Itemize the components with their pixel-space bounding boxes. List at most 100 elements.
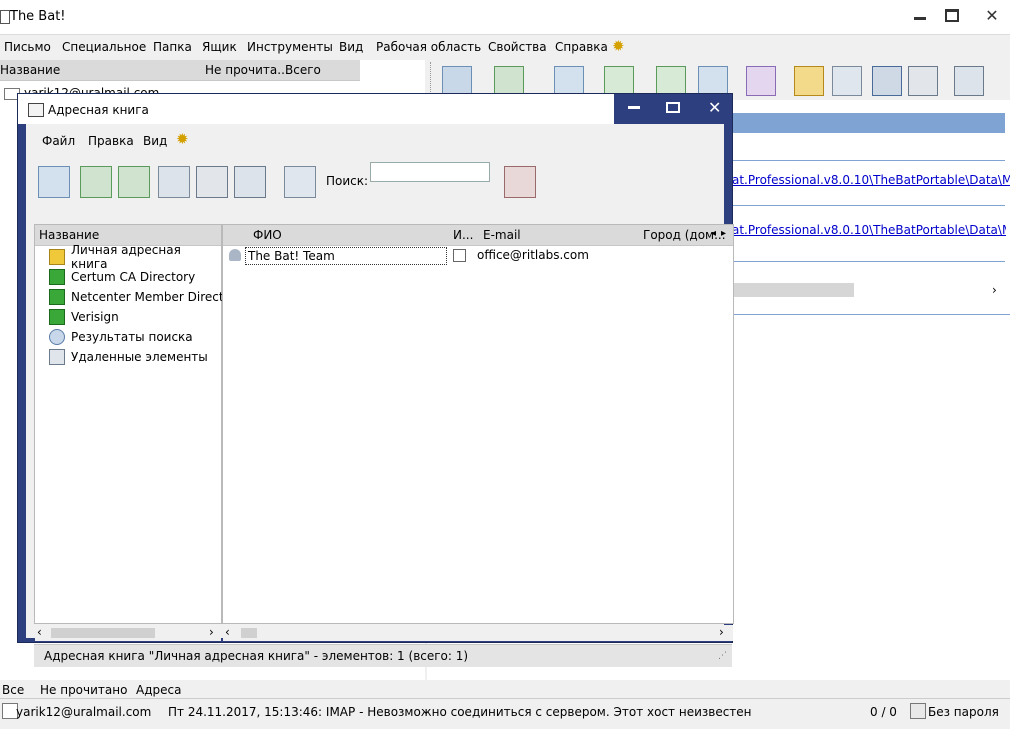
forward-icon[interactable]: [698, 66, 728, 96]
mail-path-link-1[interactable]: at.Professional.v8.0.10\TheBatPortable\D…: [732, 173, 1010, 187]
tab-unread[interactable]: Не прочитано: [40, 683, 127, 697]
scroll-right-icon[interactable]: ›: [992, 283, 997, 297]
ab-customize-gear-icon[interactable]: ✹: [176, 130, 189, 148]
save-icon[interactable]: [872, 66, 902, 96]
address-book-title: Адресная книга: [48, 103, 149, 117]
tree-item-label: Удаленные элементы: [71, 350, 208, 364]
trash-icon[interactable]: [954, 66, 984, 96]
book-icon: [49, 249, 65, 265]
address-book-window-controls: ✕: [614, 94, 732, 124]
search-input[interactable]: [370, 162, 490, 182]
contact-email: office@ritlabs.com: [477, 248, 589, 262]
ab-find-icon[interactable]: [284, 166, 316, 198]
address-book-client: Файл Правка Вид ✹ Поиск: Название Личная…: [26, 124, 734, 667]
address-book-tree: Название Личная адресная книга Certum CA…: [34, 224, 236, 641]
mail-path-link-2[interactable]: at.Professional.v8.0.10\TheBatPortable\D…: [732, 223, 1006, 237]
menu-tools[interactable]: Инструменты: [247, 40, 333, 54]
tree-item-label: Verisign: [71, 310, 119, 324]
tab-addresses[interactable]: Адреса: [136, 683, 181, 697]
get-mail-icon[interactable]: [442, 66, 472, 96]
directory-icon: [49, 269, 65, 285]
resize-grip-icon[interactable]: ⋰: [718, 651, 727, 661]
contact-checkbox[interactable]: [453, 249, 466, 262]
header-scroll-left-icon[interactable]: ◂: [711, 228, 716, 239]
address-book-icon[interactable]: [794, 66, 824, 96]
ab-print-icon[interactable]: [196, 166, 228, 198]
find-icon[interactable]: [832, 66, 862, 96]
ab-minimize-icon[interactable]: [628, 106, 640, 109]
ab-delete-icon[interactable]: [234, 166, 266, 198]
tree-hscroll-thumb[interactable]: [51, 628, 155, 638]
contact-properties-icon[interactable]: [158, 166, 190, 198]
horizontal-scrollbar-thumb[interactable]: [732, 283, 854, 297]
column-email[interactable]: E-mail: [483, 228, 521, 242]
clear-search-icon[interactable]: [504, 166, 536, 198]
ab-menu-view[interactable]: Вид: [143, 134, 167, 148]
app-icon: [0, 10, 10, 24]
menu-letter[interactable]: Письмо: [4, 40, 51, 54]
tree-item-deleted[interactable]: Удаленные элементы: [49, 348, 208, 366]
header-scroll-right-icon[interactable]: ▸: [721, 228, 726, 239]
column-name[interactable]: Название: [0, 63, 60, 77]
new-message-icon[interactable]: [554, 66, 584, 96]
main-titlebar: The Bat! ✕: [0, 0, 1010, 35]
maximize-button[interactable]: [930, 4, 974, 26]
reply-all-icon[interactable]: [656, 66, 686, 96]
main-window-title: The Bat!: [10, 9, 66, 24]
menu-properties[interactable]: Свойства: [488, 40, 547, 54]
reply-icon[interactable]: [604, 66, 634, 96]
directory-icon: [49, 289, 65, 305]
tab-all[interactable]: Все: [2, 683, 24, 697]
menu-special[interactable]: Специальное: [62, 40, 146, 54]
directory-icon: [49, 309, 65, 325]
tree-item-label: Результаты поиска: [71, 330, 193, 344]
close-button[interactable]: ✕: [970, 4, 1010, 26]
column-unread[interactable]: Не прочита...: [205, 63, 289, 77]
minimize-icon: [914, 16, 926, 20]
add-contact-icon[interactable]: [80, 166, 112, 198]
ab-menu-edit[interactable]: Правка: [88, 134, 134, 148]
redirect-icon[interactable]: [746, 66, 776, 96]
scroll-right-icon[interactable]: ›: [719, 625, 724, 639]
toolbar-separator: [430, 62, 432, 98]
status-account[interactable]: yarik12@uralmail.com: [16, 705, 151, 719]
tree-item-netcenter[interactable]: Netcenter Member Director: [49, 288, 236, 306]
scroll-left-icon[interactable]: ‹: [225, 625, 230, 639]
scroll-left-icon[interactable]: ‹: [37, 625, 42, 639]
new-contact-icon[interactable]: [38, 166, 70, 198]
list-hscrollbar[interactable]: ‹ ›: [223, 625, 733, 641]
menu-view[interactable]: Вид: [339, 40, 363, 54]
tree-item-certum[interactable]: Certum CA Directory: [49, 268, 195, 286]
status-password[interactable]: Без пароля: [928, 705, 999, 719]
send-mail-icon[interactable]: [494, 66, 524, 96]
column-total[interactable]: Всего: [285, 63, 321, 77]
list-hscroll-thumb[interactable]: [241, 628, 257, 638]
tree-item-label: Certum CA Directory: [71, 270, 196, 284]
menu-box[interactable]: Ящик: [202, 40, 237, 54]
column-i[interactable]: И...: [453, 228, 473, 242]
contact-name: The Bat! Team: [245, 247, 447, 265]
row-divider: [732, 160, 1005, 161]
address-book-window: Адресная книга ✕ Файл Правка Вид ✹ Поиск…: [18, 94, 734, 667]
table-row[interactable]: The Bat! Team office@ritlabs.com: [223, 247, 733, 265]
menu-help[interactable]: Справка: [555, 40, 608, 54]
ab-maximize-icon[interactable]: [666, 102, 680, 113]
menu-folder[interactable]: Папка: [153, 40, 192, 54]
print-icon[interactable]: [908, 66, 938, 96]
scroll-right-icon[interactable]: ›: [209, 625, 214, 639]
contact-icon: [229, 249, 241, 261]
row-divider: [732, 314, 1010, 315]
close-icon: ✕: [985, 5, 999, 25]
customize-gear-icon[interactable]: ✹: [612, 37, 625, 55]
menu-workspace[interactable]: Рабочая область: [376, 40, 481, 54]
tree-hscrollbar[interactable]: ‹ ›: [35, 625, 221, 641]
selected-message-row[interactable]: [732, 113, 1005, 133]
ab-menu-file[interactable]: Файл: [42, 134, 75, 148]
tree-item-search-results[interactable]: Результаты поиска: [49, 328, 193, 346]
column-fullname[interactable]: ФИО: [253, 228, 282, 242]
tree-item-verisign[interactable]: Verisign: [49, 308, 119, 326]
ab-close-icon[interactable]: ✕: [708, 98, 721, 117]
add-group-icon[interactable]: [118, 166, 150, 198]
search-results-icon: [49, 329, 65, 345]
tree-item-personal[interactable]: Личная адресная книга: [49, 243, 221, 271]
